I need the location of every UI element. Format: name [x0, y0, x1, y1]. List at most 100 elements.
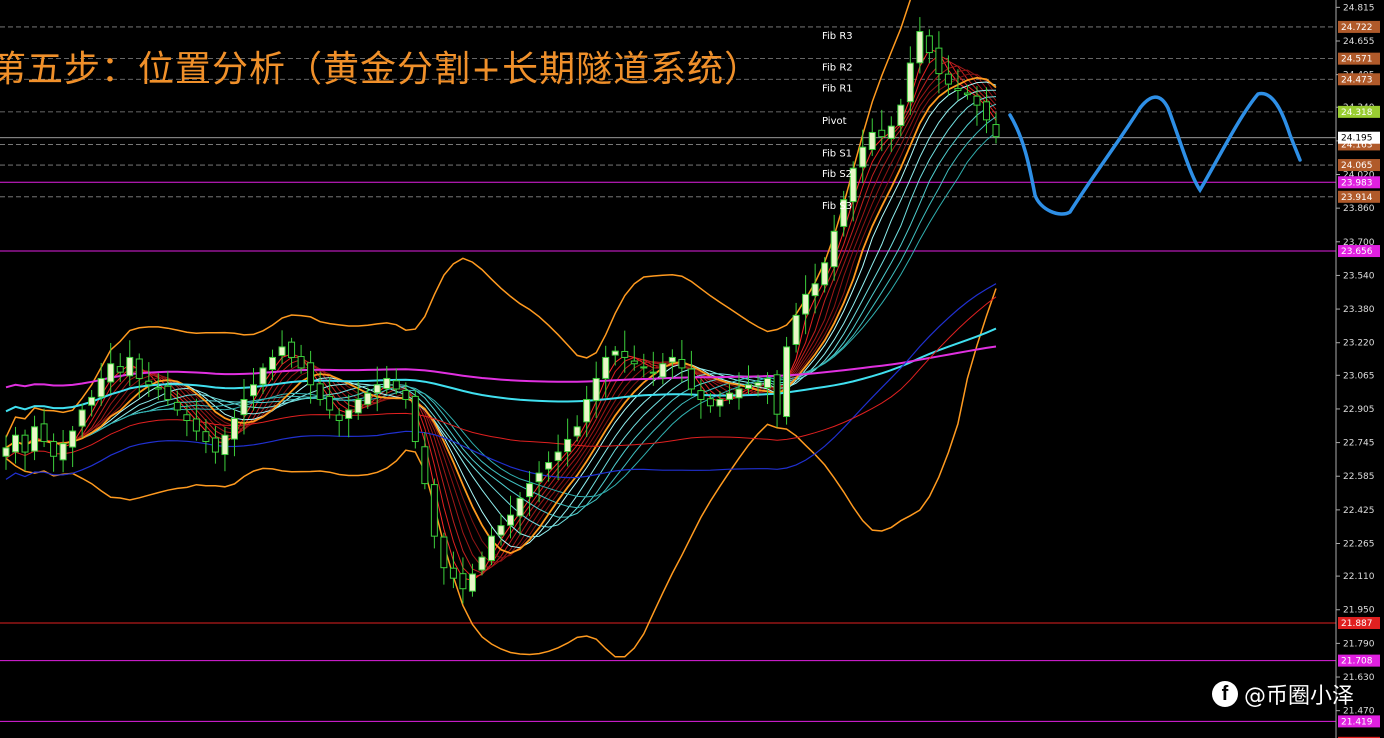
- candle-body: [982, 101, 990, 121]
- candle-body: [535, 472, 543, 483]
- axis-tick-label: 22.110: [1343, 572, 1375, 582]
- short-ma-line: [5, 48, 997, 581]
- candle-body: [31, 426, 39, 452]
- candle-body: [602, 356, 610, 379]
- candlesticks: [2, 17, 1000, 604]
- fib-level-label: Pivot: [822, 116, 847, 127]
- candle-body: [925, 35, 933, 54]
- candle-body: [935, 47, 943, 75]
- axis-tick-label: 22.265: [1343, 540, 1375, 550]
- candle-body: [887, 125, 895, 139]
- candle-body: [12, 434, 20, 453]
- candle-body: [487, 535, 495, 561]
- fib-level-label: Fib R3: [822, 31, 853, 42]
- candle-body: [449, 567, 457, 579]
- candle-body: [583, 398, 591, 423]
- fib-level-label: Fib R2: [822, 63, 853, 74]
- candle-body: [564, 438, 572, 453]
- candle-body: [421, 446, 429, 485]
- candle-body: [430, 484, 438, 537]
- candle-body: [792, 314, 800, 345]
- long-ma-line: [5, 103, 997, 518]
- candle-body: [640, 366, 648, 369]
- price-level-tag-label: 23.656: [1341, 247, 1373, 257]
- candle-body: [573, 426, 581, 437]
- candle-body: [507, 514, 515, 526]
- candle-body: [468, 573, 476, 592]
- axis-tick-label: 23.220: [1343, 339, 1375, 349]
- facebook-icon: f: [1211, 681, 1238, 707]
- candle-body: [392, 380, 400, 390]
- candle-body: [335, 414, 343, 422]
- candle-body: [107, 363, 115, 383]
- candle-body: [545, 462, 553, 470]
- candle-body: [764, 377, 772, 389]
- price-chart[interactable]: Fib R3 Fib R2 Fib R1 Pivot Fib S1 Fib S2 Fib S…: [0, 0, 1384, 738]
- candle-body: [269, 356, 277, 370]
- fib-level-tag-label: 24.318: [1341, 108, 1373, 118]
- candle-body: [830, 230, 838, 268]
- candle-body: [592, 377, 600, 402]
- axis-tick-label: 24.815: [1343, 3, 1375, 13]
- watermark-text: @币圈小泽: [1243, 684, 1354, 709]
- axis-tick-label: 24.655: [1343, 37, 1375, 47]
- axis-tick-label: 22.425: [1343, 506, 1375, 516]
- candle-body: [859, 146, 867, 168]
- candle-body: [916, 31, 924, 64]
- candle-body: [345, 409, 353, 419]
- axis-tick-label: 22.745: [1343, 439, 1375, 449]
- fib-level-tag-label: 23.914: [1341, 193, 1373, 203]
- candle-body: [678, 358, 686, 369]
- candle-body: [211, 437, 219, 453]
- candle-body: [906, 62, 914, 103]
- candle-body: [21, 434, 29, 453]
- price-level-tag-label: 23.983: [1341, 178, 1373, 188]
- candle-body: [278, 346, 286, 356]
- fib-level-tag-label: 24.473: [1341, 75, 1373, 85]
- candle-body: [354, 398, 362, 414]
- candle-body: [307, 362, 315, 386]
- candle-body: [745, 384, 752, 389]
- tunnel-magenta-line: [5, 345, 997, 389]
- horizontal-levels: [0, 26, 1336, 722]
- candle-body: [754, 382, 762, 387]
- candle-body: [516, 497, 524, 517]
- candle-body: [183, 414, 191, 422]
- candle-body: [240, 398, 248, 416]
- price-axis: 24.81524.65524.49524.34024.18024.02023.8…: [1335, 0, 1384, 738]
- candle-body: [554, 451, 562, 461]
- candle-body: [59, 443, 67, 461]
- blue-ma-line: [5, 283, 997, 480]
- red-ma-line: [5, 296, 997, 459]
- candle-body: [954, 87, 962, 91]
- watermark: f @币圈小泽: [1211, 678, 1354, 710]
- candle-body: [459, 573, 467, 590]
- fib-level-tag-label: 24.571: [1341, 55, 1373, 65]
- candle-body: [383, 377, 391, 389]
- candle-body: [173, 401, 181, 411]
- candle-body: [259, 367, 267, 385]
- candle-body: [668, 356, 676, 363]
- price-level-tag-label: 21.708: [1341, 657, 1373, 667]
- candle-body: [135, 358, 143, 379]
- candle-body: [897, 104, 905, 126]
- candle-body: [526, 483, 534, 498]
- axis-tick-label: 23.540: [1343, 271, 1375, 281]
- candle-body: [126, 356, 134, 377]
- candle-body: [706, 398, 714, 407]
- candle-body: [373, 384, 381, 394]
- candle-body: [878, 129, 886, 138]
- candle-body: [192, 418, 200, 432]
- candle-body: [821, 262, 829, 286]
- candle-body: [164, 385, 172, 400]
- candle-body: [154, 387, 162, 390]
- candle-body: [297, 356, 305, 369]
- candle-body: [230, 417, 238, 440]
- fib-labels: Fib R3 Fib R2 Fib R1 Pivot Fib S1 Fib S2 Fib S…: [822, 31, 853, 212]
- candle-body: [630, 360, 638, 365]
- axis-tick-label: 22.585: [1343, 472, 1375, 482]
- candle-body: [326, 395, 334, 411]
- candle-body: [783, 346, 791, 418]
- candle-body: [963, 92, 971, 96]
- candle-body: [88, 396, 96, 406]
